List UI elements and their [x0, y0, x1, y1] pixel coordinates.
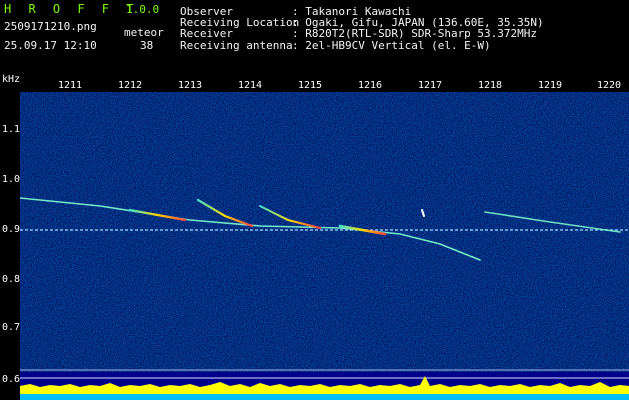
- y-tick-label: 0.9: [2, 224, 21, 235]
- file-datetime: 25.09.17 12:10: [4, 39, 97, 52]
- antenna-value: : 2el-HB9CV Vertical (el. E-W): [292, 39, 491, 52]
- y-tick-label: 1.1: [2, 124, 21, 135]
- x-tick-label: 1214: [238, 80, 263, 91]
- x-tick-label: 1211: [58, 80, 83, 91]
- x-tick-label: 1215: [298, 80, 323, 91]
- x-tick-label: 1220: [597, 80, 622, 91]
- x-tick-label: 1212: [118, 80, 143, 91]
- x-tick-label: 1213: [178, 80, 203, 91]
- noise-texture: [20, 92, 629, 372]
- x-tick-label: 1218: [478, 80, 503, 91]
- x-tick-label: 1219: [538, 80, 563, 91]
- x-tick-label: 1216: [358, 80, 383, 91]
- level-floor: [20, 394, 629, 400]
- signal-level-bar: [20, 372, 629, 400]
- app-title: H R O F F T: [4, 2, 139, 16]
- meteor-label: meteor: [124, 26, 164, 39]
- spectrogram: [20, 92, 629, 372]
- y-tick-label: 0.7: [2, 322, 21, 333]
- y-tick-label: 1.0: [2, 174, 21, 185]
- app-version: 1.0.0: [126, 3, 160, 16]
- x-tick-label: 1217: [418, 80, 443, 91]
- file-name: 2509171210.png: [4, 20, 97, 33]
- antenna-label: Receiving antenna: [180, 39, 293, 52]
- y-tick-label: 0.6: [2, 374, 21, 385]
- header-panel: H R O F F T 1.0.0 2509171210.png 25.09.1…: [0, 0, 629, 74]
- y-tick-label: 0.8: [2, 274, 21, 285]
- meteor-count: 38: [140, 39, 154, 52]
- y-unit-label: kHz: [2, 74, 21, 85]
